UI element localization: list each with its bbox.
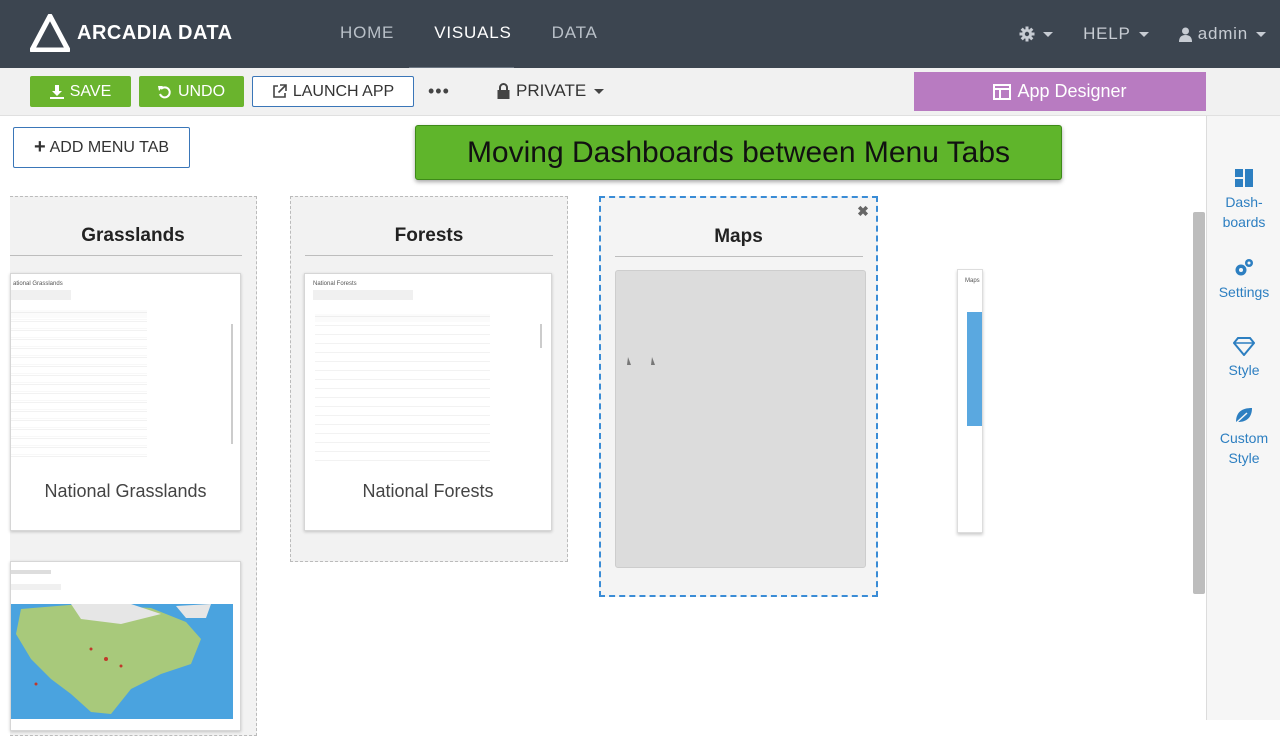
undo-button[interactable]: UNDO xyxy=(139,76,244,107)
tab-divider xyxy=(305,255,553,256)
north-america-map xyxy=(16,604,211,714)
download-icon xyxy=(49,84,64,99)
sidebar-item-label: Custom Style xyxy=(1219,430,1269,466)
app-designer-button[interactable]: App Designer xyxy=(914,72,1206,111)
main-nav: HOME VISUALS DATA xyxy=(340,0,638,68)
close-icon[interactable]: ✖ xyxy=(856,204,870,218)
menu-tab-title: Maps xyxy=(714,226,763,247)
dashboards-icon xyxy=(1235,169,1253,187)
save-label: SAVE xyxy=(69,82,112,100)
gears-icon xyxy=(1235,259,1253,276)
thumbnail-header xyxy=(11,562,240,602)
help-menu[interactable]: HELP xyxy=(1083,24,1149,44)
top-navigation-bar: ARCADIA DATA HOME VISUALS DATA HELP admi… xyxy=(0,0,1280,71)
map-thumbnail xyxy=(967,312,982,426)
tutorial-caption: Moving Dashboards between Menu Tabs xyxy=(415,125,1062,180)
user-menu[interactable]: admin xyxy=(1178,24,1266,44)
nav-right-menu: HELP admin xyxy=(989,0,1266,68)
dashboard-card-national-parks[interactable] xyxy=(10,561,241,731)
user-icon xyxy=(1178,27,1192,42)
external-link-icon xyxy=(272,84,287,99)
dashboard-name: National Forests xyxy=(362,481,494,501)
chevron-down-icon xyxy=(1256,31,1266,37)
sidebar-item-label: Dash- boards xyxy=(1222,194,1266,230)
menu-tab-grasslands[interactable]: Grasslands ational Grasslands National G… xyxy=(10,196,257,736)
visibility-dropdown[interactable]: PRIVATE xyxy=(497,81,605,101)
more-options-button[interactable]: ••• xyxy=(428,81,450,102)
thumbnail-scrollbar xyxy=(540,324,542,348)
add-menu-tab-label: ADD MENU TAB xyxy=(49,138,170,156)
username: admin xyxy=(1197,24,1248,43)
dashboard-card-national-grasslands[interactable]: ational Grasslands National Grasslands xyxy=(10,273,241,531)
thumbnail-title: ational Grasslands xyxy=(13,281,63,287)
sidebar-item-custom-style[interactable]: Custom Style xyxy=(1207,406,1280,468)
lock-icon xyxy=(497,83,510,99)
thumbnail-filter xyxy=(313,290,413,300)
launch-app-label: LAUNCH APP xyxy=(292,82,395,100)
toolbar: SAVE UNDO LAUNCH APP ••• PRIVATE App Des… xyxy=(0,68,1280,116)
undo-label: UNDO xyxy=(177,82,226,100)
tab-divider xyxy=(10,255,242,256)
chevron-down-icon xyxy=(594,88,605,94)
undo-icon xyxy=(157,85,172,99)
thumbnail-table xyxy=(315,314,490,466)
plus-icon: + xyxy=(33,136,46,158)
nav-home[interactable]: HOME xyxy=(340,0,394,68)
leaf-icon xyxy=(1235,408,1252,424)
thumbnail-table xyxy=(11,310,147,462)
dragged-dashboard-card[interactable]: Maps xyxy=(957,269,983,533)
app-designer-icon xyxy=(993,83,1012,100)
sidebar-item-style[interactable]: Style xyxy=(1207,336,1280,380)
loading-spinner-icon xyxy=(627,357,655,365)
diamond-icon xyxy=(1233,337,1255,356)
dashboard-thumbnail: ational Grasslands xyxy=(11,274,240,474)
sidebar-item-settings[interactable]: Settings xyxy=(1207,258,1280,302)
right-sidebar: Dash- boards Settings Style Custom Style xyxy=(1206,116,1280,720)
thumbnail-scrollbar xyxy=(231,324,233,444)
launch-app-button[interactable]: LAUNCH APP xyxy=(252,76,414,107)
app-designer-label: App Designer xyxy=(1017,81,1127,101)
menu-tab-title: Grasslands xyxy=(81,225,185,246)
chevron-down-icon xyxy=(1138,31,1149,37)
sidebar-item-dashboards[interactable]: Dash- boards xyxy=(1207,168,1280,232)
chevron-down-icon xyxy=(1043,31,1054,37)
help-label: HELP xyxy=(1083,24,1131,43)
nav-visuals[interactable]: VISUALS xyxy=(434,0,511,68)
canvas-scrollbar[interactable] xyxy=(1193,212,1205,594)
sidebar-item-label: Settings xyxy=(1218,284,1270,300)
brand-name: ARCADIA DATA xyxy=(77,21,233,44)
tab-divider xyxy=(615,256,863,257)
dashboard-thumbnail: National Forests xyxy=(305,274,551,474)
dashboard-name: National Grasslands xyxy=(44,481,207,501)
thumbnail-filter xyxy=(11,290,71,300)
menu-tab-maps[interactable]: ✖ Maps xyxy=(599,196,878,597)
gear-icon xyxy=(1019,26,1035,42)
nav-data[interactable]: DATA xyxy=(552,0,598,68)
map-thumbnail xyxy=(11,604,233,719)
brand-logo[interactable]: ARCADIA DATA xyxy=(30,14,233,52)
menu-tab-forests[interactable]: Forests National Forests National Forest… xyxy=(290,196,568,562)
menu-tab-title: Forests xyxy=(394,225,464,246)
add-menu-tab-button[interactable]: + ADD MENU TAB xyxy=(13,127,190,168)
thumbnail-title: National Forests xyxy=(313,281,357,287)
arcadia-logo-icon xyxy=(30,14,70,52)
sidebar-item-label: Style xyxy=(1228,362,1260,378)
settings-menu[interactable] xyxy=(1019,26,1054,42)
dashboard-card-national-forests[interactable]: National Forests National Forests xyxy=(304,273,552,531)
save-button[interactable]: SAVE xyxy=(30,76,131,107)
visibility-label: PRIVATE xyxy=(516,81,587,100)
drop-zone[interactable] xyxy=(615,270,866,568)
thumbnail-title: Maps xyxy=(965,278,980,284)
